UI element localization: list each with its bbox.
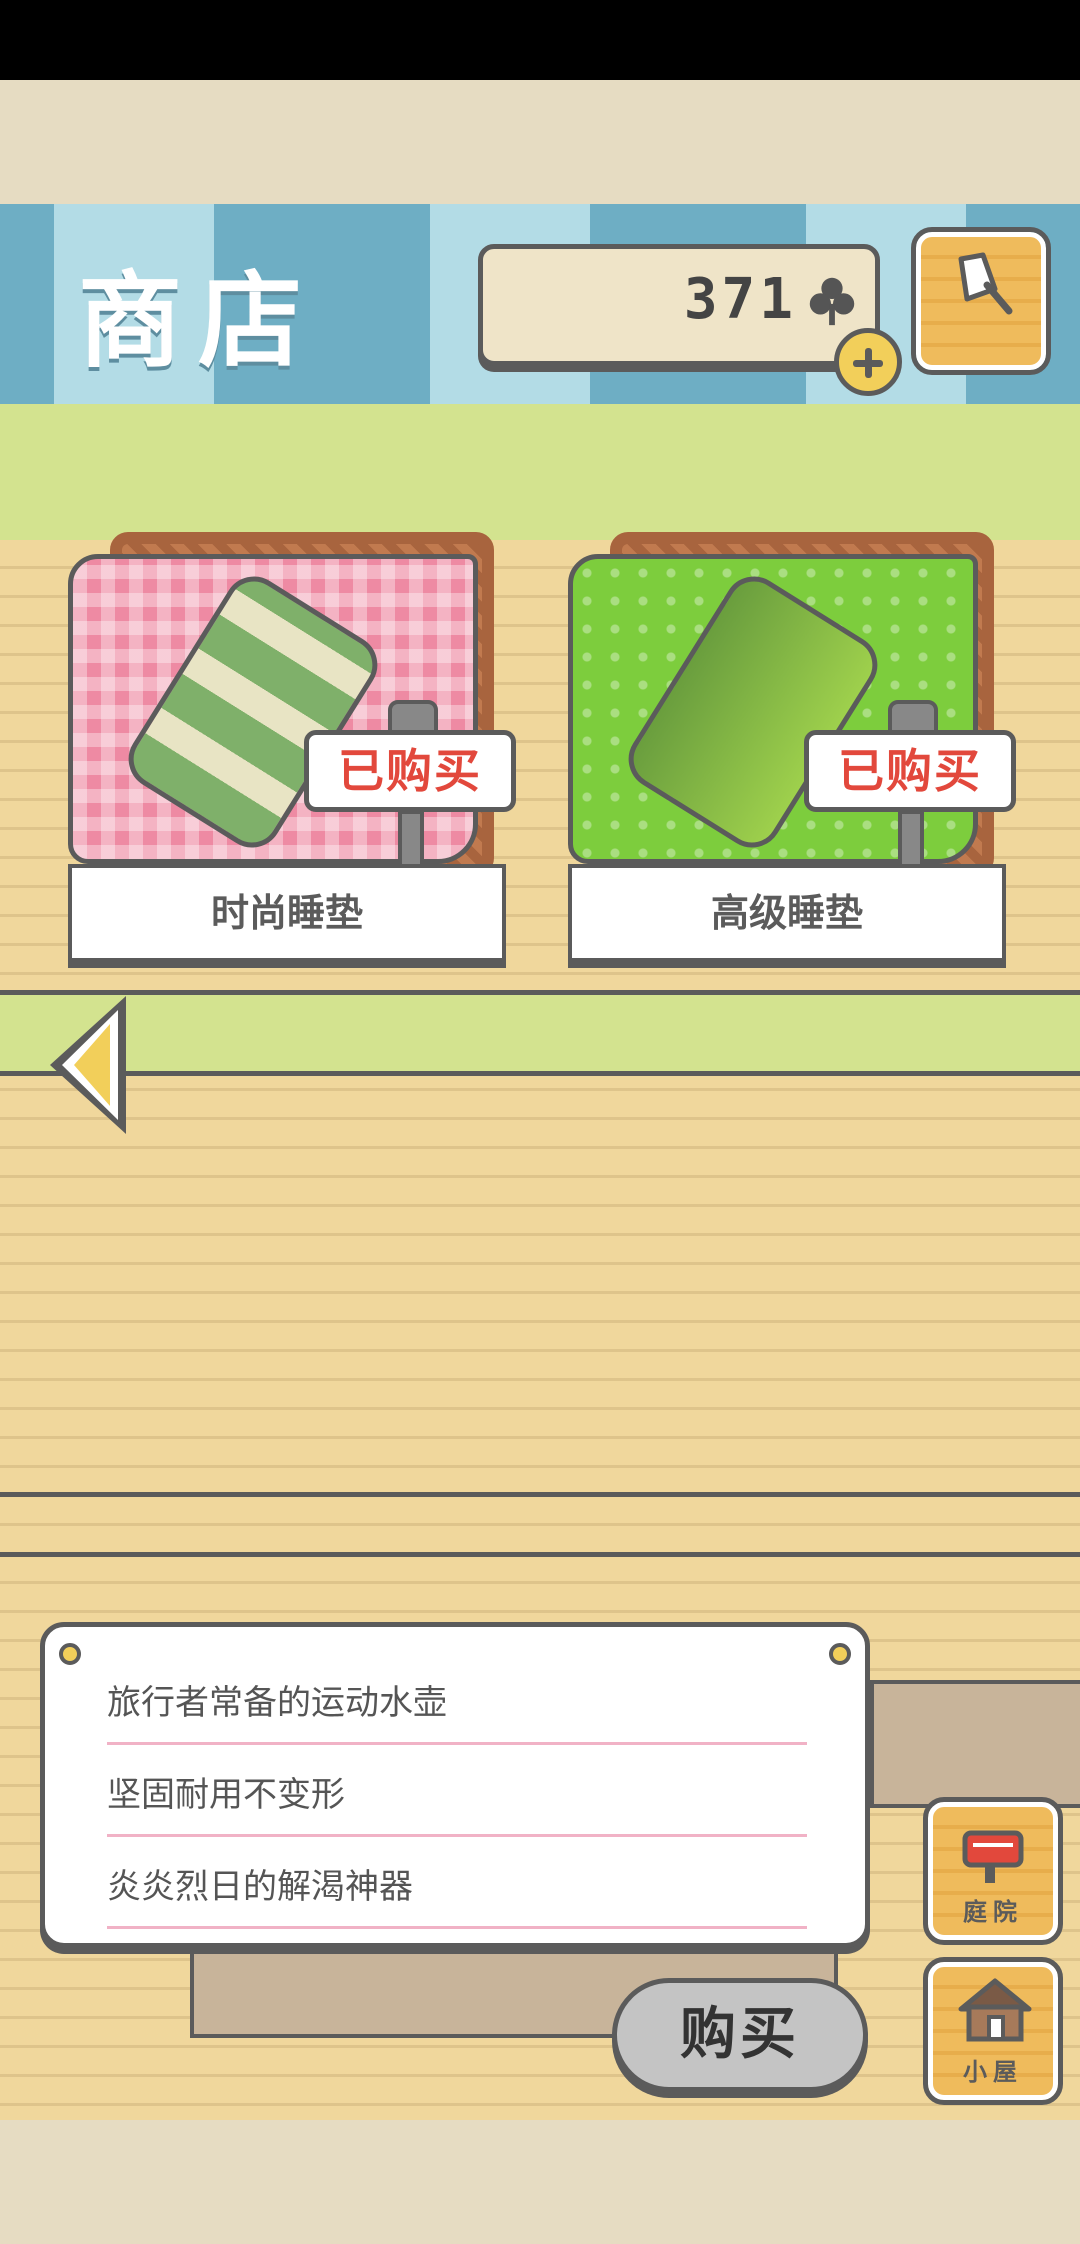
floor-line (0, 1552, 1080, 1557)
bottom-margin (0, 2120, 1080, 2244)
arrow-left-icon[interactable] (40, 990, 136, 1140)
house-icon (958, 1978, 1032, 2042)
floor-line (0, 1492, 1080, 1497)
purchased-badge: 已购买 (304, 730, 516, 812)
item-card[interactable]: 已购买 高级睡垫 (568, 532, 1016, 972)
yard-label: 庭院 (963, 1898, 1023, 1926)
item-card[interactable]: 已购买 时尚睡垫 (68, 532, 516, 972)
item-name: 时尚睡垫 (68, 864, 506, 962)
item-description-panel: 旅行者常备的运动水壶 坚固耐用不变形 炎炎烈日的解渴神器 (40, 1622, 870, 1948)
pin-icon (59, 1643, 81, 1665)
page-title: 商店 (78, 260, 319, 382)
floor-plank (870, 1680, 1080, 1808)
coin-balance: 371 (478, 244, 880, 366)
yard-button[interactable]: 庭院 (923, 1797, 1063, 1945)
purchased-badge: 已购买 (804, 730, 1016, 812)
redeem-button[interactable] (911, 227, 1051, 375)
coin-count: 371 (683, 267, 797, 332)
description-line: 炎炎烈日的解渴神器 (107, 1859, 807, 1929)
top-margin (0, 80, 1080, 204)
bell-icon (958, 252, 1013, 315)
mailbox-icon (962, 1830, 1024, 1883)
item-name: 高级睡垫 (568, 864, 1006, 962)
pin-icon (829, 1643, 851, 1665)
description-line: 旅行者常备的运动水壶 (107, 1675, 807, 1745)
status-bar (0, 0, 1080, 80)
description-line: 坚固耐用不变形 (107, 1767, 807, 1837)
house-label: 小屋 (963, 2058, 1023, 2086)
add-coin-button[interactable] (834, 328, 902, 396)
buy-button[interactable]: 购买 (612, 1978, 868, 2092)
shelf-divider (0, 990, 1080, 1076)
house-button[interactable]: 小屋 (923, 1957, 1063, 2105)
clover-icon (809, 277, 855, 326)
